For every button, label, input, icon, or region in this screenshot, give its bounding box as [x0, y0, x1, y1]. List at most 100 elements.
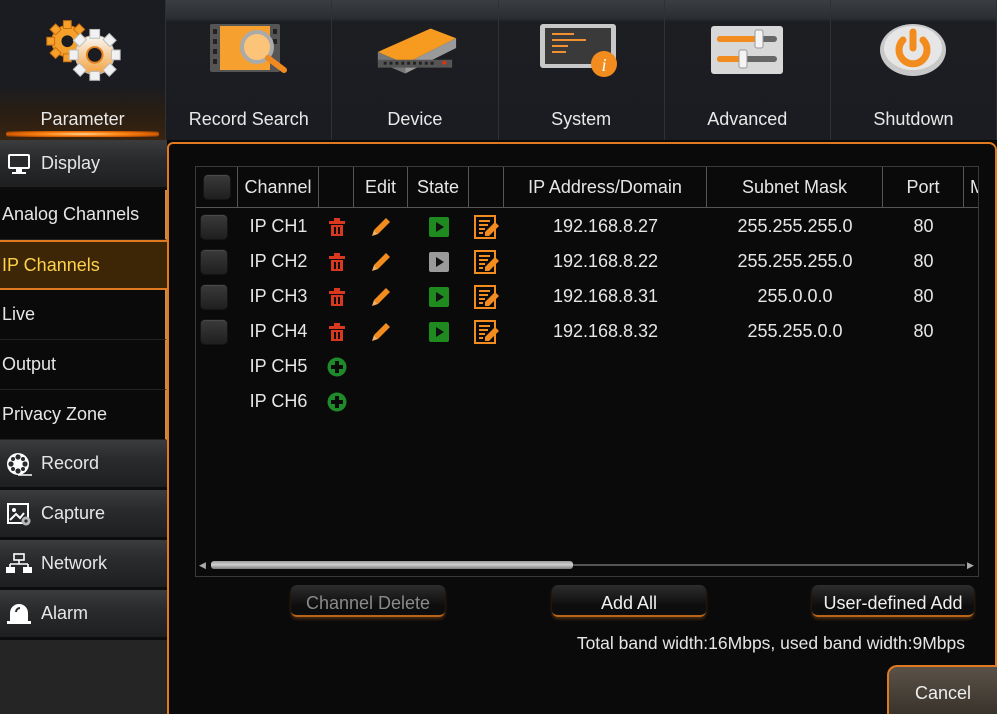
sidebar-item-label: Analog Channels: [2, 204, 140, 224]
ip-channels-panel: Channel Edit State IP Address/Domain Sub…: [167, 142, 997, 714]
edit-pencil-icon[interactable]: [354, 209, 408, 244]
table-row[interactable]: IP CH4 192.168.8.32 255.255.0.0 80: [196, 314, 964, 349]
channel-name: IP CH6: [249, 391, 308, 411]
tab-label: Parameter: [40, 109, 125, 129]
sidebar-item-record[interactable]: Record: [0, 440, 167, 490]
sidebar-item-network[interactable]: Network: [0, 540, 167, 590]
tab-shutdown[interactable]: Shutdown: [831, 0, 997, 140]
monitor-info-icon: i: [536, 18, 626, 82]
sidebar-item-label: Display: [41, 153, 101, 173]
table-row[interactable]: IP CH1 192.168.8.27 255.255.255.0 80: [196, 209, 964, 244]
edit-pencil-icon[interactable]: [354, 244, 408, 279]
config-edit-icon[interactable]: [469, 209, 504, 244]
column-header-channel: Channel: [238, 167, 319, 207]
state-online-icon: [408, 279, 469, 314]
row-select-cell: [196, 279, 238, 314]
row-select-cell: [196, 314, 238, 349]
monitor-icon: [6, 152, 32, 176]
add-all-button[interactable]: Add All: [552, 585, 706, 617]
scroll-right-arrow[interactable]: ▶: [967, 560, 975, 570]
ip-address: 192.168.8.31: [552, 286, 659, 306]
cancel-button[interactable]: Cancel: [887, 665, 997, 714]
select-all-checkbox[interactable]: [202, 174, 231, 200]
scroll-left-arrow[interactable]: ◀: [199, 560, 207, 570]
row-checkbox[interactable]: [200, 248, 228, 275]
add-channel-icon[interactable]: [319, 384, 354, 419]
add-channel-icon[interactable]: [319, 349, 354, 384]
scroll-thumb[interactable]: [211, 561, 573, 569]
channel-name: IP CH4: [249, 321, 308, 341]
edit-pencil-icon[interactable]: [354, 314, 408, 349]
table-header: Channel Edit State IP Address/Domain Sub…: [196, 167, 978, 208]
row-checkbox[interactable]: [200, 283, 228, 310]
delete-icon[interactable]: [319, 209, 354, 244]
channel-name: IP CH5: [249, 356, 308, 376]
hard-drive-icon: [370, 18, 460, 82]
delete-icon[interactable]: [319, 314, 354, 349]
table-row[interactable]: IP CH3 192.168.8.31 255.0.0.0 80: [196, 279, 964, 314]
row-select-cell: [196, 244, 238, 279]
tab-label: Record Search: [188, 109, 309, 129]
top-navigation: Parameter Record Search Device i System …: [0, 0, 997, 140]
tab-device[interactable]: Device: [332, 0, 499, 140]
column-header-delete: [319, 167, 354, 207]
table-row[interactable]: IP CH5: [196, 349, 354, 384]
delete-icon[interactable]: [319, 244, 354, 279]
sidebar-item-label: Output: [2, 354, 57, 374]
row-select-cell: [196, 209, 238, 244]
sidebar-item-display[interactable]: Display: [0, 140, 167, 190]
tab-label: Shutdown: [873, 109, 954, 129]
channel-delete-button[interactable]: Channel Delete: [291, 585, 445, 617]
user-defined-add-button[interactable]: User-defined Add: [812, 585, 974, 617]
sidebar-item-label: Capture: [41, 503, 106, 523]
row-select-cell: [196, 349, 238, 384]
svg-text:i: i: [602, 55, 607, 75]
config-edit-icon[interactable]: [469, 244, 504, 279]
tab-parameter[interactable]: Parameter: [0, 0, 167, 140]
sidebar-item-analog-channels[interactable]: Analog Channels: [0, 190, 167, 240]
column-header-port: Port: [883, 167, 964, 207]
subnet-mask: 255.0.0.0: [757, 286, 833, 306]
sidebar: Display Analog Channels IP Channels Live…: [0, 140, 167, 714]
sliders-icon: [702, 18, 792, 82]
ip-channel-table: Channel Edit State IP Address/Domain Sub…: [195, 166, 979, 577]
column-header-subnet-mask: Subnet Mask: [707, 167, 883, 207]
sidebar-item-label: Record: [41, 453, 100, 473]
config-edit-icon[interactable]: [469, 279, 504, 314]
channel-name: IP CH3: [249, 286, 308, 306]
tab-advanced[interactable]: Advanced: [665, 0, 831, 140]
sidebar-item-privacy-zone[interactable]: Privacy Zone: [0, 390, 167, 440]
config-edit-icon[interactable]: [469, 314, 504, 349]
row-checkbox[interactable]: [200, 318, 228, 345]
sidebar-item-label: Live: [2, 304, 36, 324]
ip-address: 192.168.8.27: [552, 216, 659, 236]
sidebar-item-alarm[interactable]: Alarm: [0, 590, 167, 640]
state-offline-icon: [408, 244, 469, 279]
table-row[interactable]: IP CH6: [196, 384, 354, 419]
select-all-cell: [196, 167, 238, 207]
tab-record-search[interactable]: Record Search: [166, 0, 333, 140]
sidebar-item-capture[interactable]: Capture: [0, 490, 167, 540]
row-select-cell: [196, 384, 238, 419]
sidebar-item-live[interactable]: Live: [0, 290, 167, 340]
bandwidth-status: Total band width:16Mbps, used band width…: [576, 633, 965, 653]
horizontal-scrollbar[interactable]: ◀ ▶: [199, 558, 975, 572]
sidebar-item-output[interactable]: Output: [0, 340, 167, 390]
alarm-bell-icon: [6, 602, 32, 626]
tab-system[interactable]: i System: [499, 0, 665, 140]
sidebar-item-label: Network: [41, 553, 108, 573]
delete-icon[interactable]: [319, 279, 354, 314]
sidebar-item-ip-channels[interactable]: IP Channels: [0, 240, 167, 290]
film-reel-icon: [6, 452, 32, 476]
column-header-ip-address: IP Address/Domain: [504, 167, 707, 207]
network-icon: [6, 552, 32, 576]
edit-pencil-icon[interactable]: [354, 279, 408, 314]
gears-icon: [38, 18, 128, 82]
row-checkbox[interactable]: [200, 213, 228, 240]
port: 80: [913, 251, 934, 271]
ip-address: 192.168.8.32: [552, 321, 659, 341]
table-row[interactable]: IP CH2 192.168.8.22 255.255.255.0 80: [196, 244, 964, 279]
channel-name: IP CH2: [249, 251, 308, 271]
column-header-config: [469, 167, 504, 207]
power-icon: [868, 18, 958, 82]
